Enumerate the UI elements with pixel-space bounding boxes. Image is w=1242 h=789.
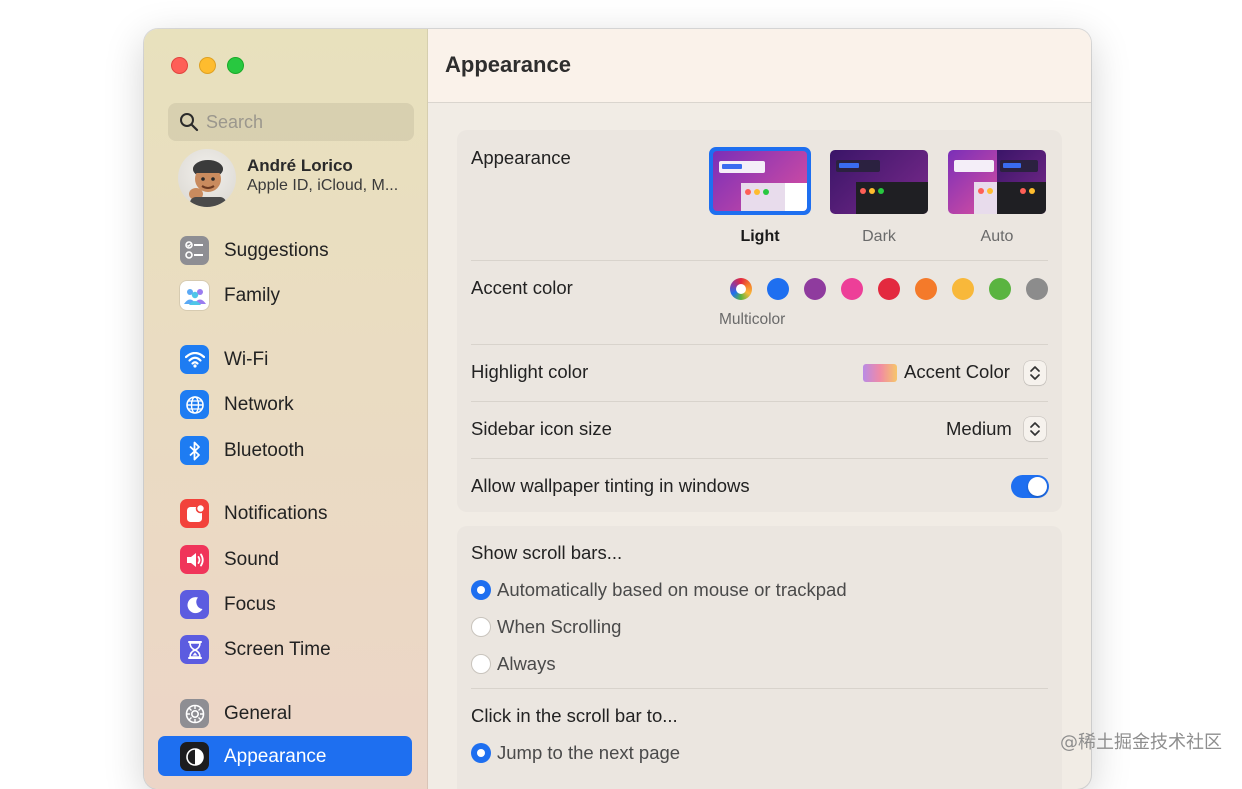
auto-option-label: Auto (980, 228, 1014, 245)
radio-button[interactable] (471, 617, 491, 637)
accent-color-label: Accent color (471, 277, 573, 298)
radio-button[interactable] (471, 654, 491, 674)
toggle-knob (1028, 477, 1047, 496)
scroll-bars-group: Show scroll bars... Automatically based … (457, 526, 1062, 789)
appearance-icon (180, 742, 209, 771)
sidebar-item-screen-time[interactable]: Screen Time (158, 629, 412, 669)
click-scroll-bar-label: Click in the scroll bar to... (471, 705, 678, 726)
account-subtitle: Apple ID, iCloud, M... (247, 177, 399, 194)
accent-orange-swatch[interactable] (915, 278, 937, 300)
close-window-button[interactable] (171, 57, 188, 74)
light-option-label: Light (740, 228, 780, 245)
radio-label: When Scrolling (497, 616, 622, 637)
sidebar-item-label: Notifications (224, 503, 328, 524)
bell-icon (180, 499, 209, 528)
bluetooth-icon (180, 436, 209, 465)
wallpaper-tinting-label: Allow wallpaper tinting in windows (471, 475, 750, 496)
accent-green-swatch[interactable] (989, 278, 1011, 300)
minimize-window-button[interactable] (199, 57, 216, 74)
divider (471, 260, 1048, 261)
sidebar-item-label: Suggestions (224, 240, 329, 261)
chevron-updown-icon (1024, 361, 1046, 385)
sidebar-item-suggestions[interactable]: Suggestions (158, 230, 412, 270)
gear-icon (180, 699, 209, 728)
dark-mode-preview (830, 150, 928, 214)
speaker-icon (180, 545, 209, 574)
sidebar-item-sound[interactable]: Sound (158, 539, 412, 579)
main-pane: Appearance Appearance Light Dark Auto Ac… (428, 29, 1091, 789)
search-field[interactable] (168, 103, 414, 141)
sidebar-item-label: Network (224, 394, 294, 415)
wifi-icon (180, 345, 209, 374)
divider (471, 344, 1048, 345)
suggestions-icon (180, 236, 209, 265)
chevron-updown-icon (1024, 417, 1046, 441)
sidebar-item-network[interactable]: Network (158, 384, 412, 424)
highlight-color-label: Highlight color (471, 361, 589, 382)
wallpaper-tinting-toggle[interactable] (1011, 475, 1049, 498)
divider (471, 401, 1048, 402)
accent-red-swatch[interactable] (878, 278, 900, 300)
radio-label: Always (497, 653, 556, 674)
sidebar-item-label: Family (224, 285, 280, 306)
light-mode-preview (709, 147, 811, 215)
sidebar-icon-size-value: Medium (946, 418, 1012, 439)
family-icon (180, 281, 209, 310)
sidebar-item-general[interactable]: General (158, 693, 412, 733)
sidebar-item-bluetooth[interactable]: Bluetooth (158, 430, 412, 470)
sidebar-item-label: Appearance (224, 746, 327, 767)
title-bar: Appearance (428, 29, 1091, 103)
watermark: @稀土掘金技术社区 (1060, 732, 1222, 753)
dark-option-label: Dark (862, 228, 896, 245)
sidebar-item-label: Screen Time (224, 639, 331, 660)
sidebar-item-label: Focus (224, 594, 276, 615)
apple-id-account[interactable]: André Lorico Apple ID, iCloud, M... (178, 147, 418, 207)
accent-blue-swatch[interactable] (767, 278, 789, 300)
divider (471, 458, 1048, 459)
search-input[interactable] (206, 103, 406, 141)
accent-multicolor-swatch[interactable] (730, 278, 752, 300)
hourglass-icon (180, 635, 209, 664)
show-scroll-bars-label: Show scroll bars... (471, 542, 623, 563)
sidebar-item-appearance[interactable]: Appearance (158, 736, 412, 776)
account-name: André Lorico (247, 156, 353, 175)
accent-purple-swatch[interactable] (804, 278, 826, 300)
zoom-window-button[interactable] (227, 57, 244, 74)
highlight-color-value: Accent Color (904, 361, 1010, 382)
sidebar: André Lorico Apple ID, iCloud, M... Sugg… (144, 29, 428, 789)
radio-label: Jump to the next page (497, 742, 681, 763)
highlight-color-swatch (863, 364, 897, 382)
moon-icon (180, 590, 209, 619)
sidebar-item-label: Wi-Fi (224, 349, 269, 370)
settings-window: André Lorico Apple ID, iCloud, M... Sugg… (144, 29, 1091, 789)
globe-icon (180, 390, 209, 419)
page-title: Appearance (445, 52, 571, 77)
radio-button[interactable] (471, 743, 491, 763)
sidebar-item-label: Sound (224, 549, 279, 570)
sidebar-item-focus[interactable]: Focus (158, 584, 412, 624)
sidebar-icon-size-label: Sidebar icon size (471, 418, 612, 439)
radio-label: Automatically based on mouse or trackpad (497, 579, 847, 600)
radio-button[interactable] (471, 580, 491, 600)
accent-yellow-swatch[interactable] (952, 278, 974, 300)
accent-caption: Multicolor (719, 311, 786, 328)
sidebar-item-family[interactable]: Family (158, 275, 412, 315)
sidebar-item-notifications[interactable]: Notifications (158, 493, 412, 533)
avatar (178, 149, 236, 207)
accent-pink-swatch[interactable] (841, 278, 863, 300)
sidebar-item-label: General (224, 703, 292, 724)
divider (471, 688, 1048, 689)
sidebar-item-wifi[interactable]: Wi-Fi (158, 339, 412, 379)
search-icon (180, 113, 199, 132)
appearance-label: Appearance (471, 147, 571, 168)
auto-mode-preview (948, 150, 1046, 214)
sidebar-item-label: Bluetooth (224, 440, 305, 461)
appearance-settings-group: Appearance Light Dark Auto Accent color … (457, 130, 1062, 512)
accent-graphite-swatch[interactable] (1026, 278, 1048, 300)
